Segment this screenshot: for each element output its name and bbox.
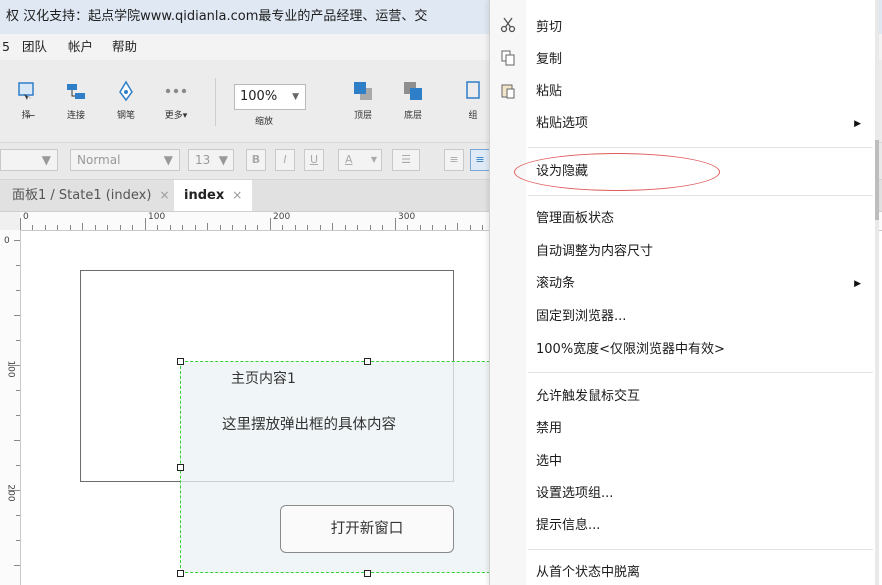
menu-item-scrollbars[interactable]: 滚动条 (536, 273, 575, 295)
menu-separator (528, 147, 873, 148)
ruler-label: 0 (23, 212, 29, 222)
menu-separator (528, 549, 873, 550)
scissors-icon (500, 17, 516, 33)
chevron-down-icon: ▼ (41, 153, 51, 167)
menu-item-help[interactable]: 帮助 (112, 34, 137, 60)
ruler-label: 100 (148, 212, 166, 222)
popup-content-text: 这里摆放弹出框的具体内容 (222, 417, 396, 433)
select-tool[interactable]: 择 (6, 80, 46, 121)
close-icon[interactable]: × (159, 188, 169, 202)
tab-index[interactable]: index × (174, 180, 253, 211)
menu-item-disable[interactable]: 禁用 (536, 418, 562, 440)
resize-handle[interactable] (177, 570, 184, 577)
menu-item-copy[interactable]: 复制 (536, 49, 562, 71)
scrollbar-thumb[interactable] (875, 140, 879, 220)
connector-icon (67, 84, 85, 99)
connect-tool[interactable]: 连接 (56, 80, 96, 121)
chevron-down-icon: ▼ (218, 153, 228, 167)
axure-app-window: 权 汉化支持：起点学院www.qidianla.com最专业的产品经理、运营、交… (0, 0, 882, 585)
resize-handle[interactable] (177, 358, 184, 365)
group-icon (466, 81, 480, 99)
pen-tool[interactable]: 钢笔 (106, 80, 146, 121)
zoom-select[interactable]: 100% ▼ (234, 84, 306, 110)
submenu-arrow-icon: ▶ (854, 119, 861, 129)
ruler-label: 200 (273, 212, 291, 222)
menu-item-fit-to-content[interactable]: 自动调整为内容尺寸 (536, 241, 653, 263)
send-to-back-button[interactable]: 底层 (393, 80, 433, 121)
chevron-down-icon: ▼ (163, 153, 173, 167)
menu-item-cut[interactable]: 剪切 (536, 17, 562, 39)
bold-button[interactable]: B (246, 149, 266, 171)
bullet-list-button[interactable]: ☰ (392, 149, 420, 171)
menu-item-break-away[interactable]: 从首个状态中脱离 (536, 562, 640, 584)
submenu-arrow-icon: ▶ (854, 279, 861, 289)
align-center-button[interactable]: ≡ (470, 149, 490, 171)
menu-item-paste[interactable]: 粘贴 (536, 81, 562, 103)
menu-item-pin-to-browser[interactable]: 固定到浏览器... (536, 306, 626, 328)
menu-separator (528, 195, 873, 196)
home-content-text: 主页内容1 (231, 371, 296, 387)
select-dropdown[interactable]: ⌐ (28, 112, 36, 122)
vertical-ruler: 0 100 200 (0, 230, 21, 585)
scrollbar[interactable] (875, 0, 879, 585)
menu-item-paste-options[interactable]: 粘贴选项 (536, 113, 856, 135)
ruler-label: 300 (398, 212, 416, 222)
font-color-button[interactable]: A ▼ (338, 149, 382, 171)
menu-separator (528, 372, 873, 373)
menu-item-account[interactable]: 帐户 (68, 34, 93, 60)
align-left-button[interactable]: ≡ (444, 149, 464, 171)
align-center-icon: ≡ (475, 153, 485, 166)
menu-item-manage-panel-states[interactable]: 管理面板状态 (536, 208, 614, 230)
resize-handle[interactable] (177, 464, 184, 471)
pen-icon (119, 80, 133, 102)
more-dots-icon (165, 88, 187, 94)
annotation-highlight-oval (514, 153, 720, 191)
window-title: 权 汉化支持：起点学院www.qidianla.com最专业的产品经理、运营、交 (6, 9, 428, 24)
menu-item-selection-group[interactable]: 设置选项组... (536, 483, 613, 505)
font-size-select[interactable]: 13 ▼ (188, 149, 234, 171)
ruler-ticks (8, 240, 20, 566)
underline-button[interactable]: U (304, 149, 324, 171)
ruler-label: 0 (4, 236, 10, 246)
font-style-select[interactable]: Normal ▼ (70, 149, 180, 171)
paste-icon (501, 84, 515, 99)
italic-button[interactable]: I (275, 149, 295, 171)
close-icon[interactable]: × (232, 188, 242, 202)
send-back-icon (404, 82, 422, 100)
menu-item-team[interactable]: 团队 (22, 34, 47, 60)
ruler-label: 100 (5, 360, 16, 378)
menu-item-partial[interactable]: 5 (2, 34, 10, 60)
toolbar-divider (215, 78, 216, 126)
menu-item-tooltip[interactable]: 提示信息... (536, 515, 600, 537)
list-icon: ☰ (401, 153, 411, 166)
align-left-icon: ≡ (449, 153, 459, 166)
menu-item-full-width[interactable]: 100%宽度<仅限浏览器中有效> (536, 339, 725, 361)
zoom-label: 缩放 (255, 117, 274, 127)
bring-front-icon (354, 82, 372, 100)
menu-item-allow-mouse-interaction[interactable]: 允许触发鼠标交互 (536, 386, 640, 408)
copy-icon (501, 50, 515, 66)
chevron-down-icon: ▼ (370, 155, 377, 164)
context-menu: 剪切 复制 粘贴 粘贴选项 ▶ 设为隐藏 管理面板状态 自动调整为内容尺寸 滚动… (489, 0, 879, 585)
resize-handle[interactable] (364, 570, 371, 577)
chevron-down-icon: ▼ (292, 92, 299, 102)
select-icon (18, 82, 34, 100)
resize-handle[interactable] (364, 358, 371, 365)
tab-panel-state[interactable]: 面板1 / State1 (index) × (2, 180, 180, 211)
menu-item-selected[interactable]: 选中 (536, 451, 562, 473)
more-tools[interactable]: 更多▾ (156, 80, 196, 121)
open-new-window-button[interactable]: 打开新窗口 (280, 505, 454, 553)
ruler-label: 200 (5, 484, 16, 502)
bring-to-front-button[interactable]: 顶层 (343, 80, 383, 121)
font-family-select[interactable]: ▼ (0, 149, 58, 171)
group-button[interactable]: 组 (458, 80, 488, 121)
